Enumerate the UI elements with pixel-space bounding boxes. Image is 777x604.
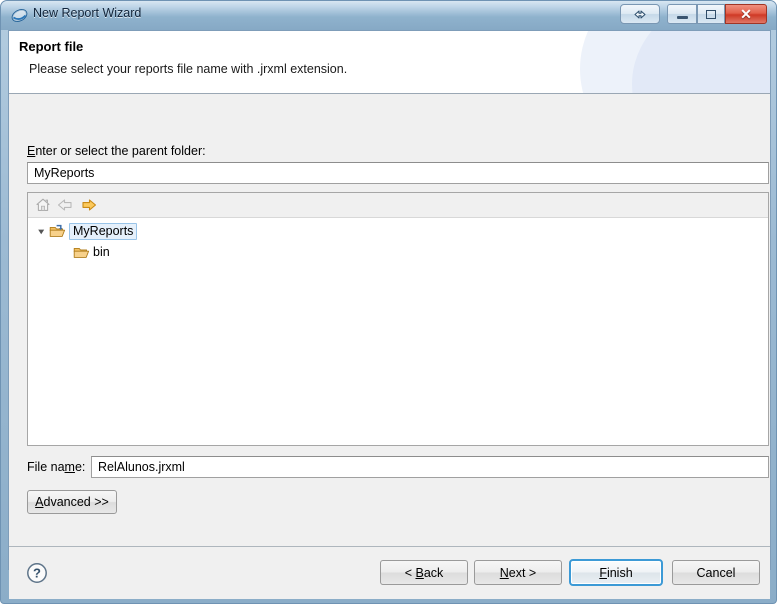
tree-node-bin[interactable]: bin	[72, 243, 110, 261]
jasper-report-icon	[11, 7, 28, 24]
file-name-label: File name:	[27, 460, 85, 474]
file-name-label-post: e:	[74, 460, 86, 474]
restore-size-icon	[634, 10, 646, 18]
folder-icon	[72, 244, 90, 260]
file-name-label-mnemonic: m	[64, 460, 75, 474]
tree-node-label[interactable]: bin	[93, 245, 110, 259]
restore-size-button[interactable]	[620, 4, 660, 24]
cancel-button-label: Cancel	[696, 565, 736, 580]
wizard-window: New Report Wizard ✕ Report file Please s…	[0, 0, 777, 604]
advanced-button[interactable]: Advanced >>	[27, 490, 117, 514]
project-folder-icon	[48, 223, 66, 239]
forward-arrow-icon[interactable]	[80, 196, 98, 214]
parent-folder-input[interactable]	[27, 162, 769, 184]
minimize-button[interactable]	[667, 4, 697, 24]
header-decoration-inner	[632, 31, 770, 93]
parent-folder-label-text: nter or select the parent folder:	[35, 144, 206, 158]
tree-node-label[interactable]: MyReports	[69, 222, 138, 240]
tree-node-myreports[interactable]: MyReports	[34, 222, 138, 240]
home-icon[interactable]	[34, 196, 52, 214]
folder-tree-panel: MyReports bin	[27, 192, 769, 446]
folder-tree-toolbar	[28, 193, 768, 218]
advanced-button-label: Advanced >>	[35, 495, 109, 509]
wizard-client-area: Report file Please select your reports f…	[8, 30, 771, 599]
next-button-label: Next >	[499, 565, 537, 580]
file-name-label-pre: File na	[27, 460, 65, 474]
svg-text:?: ?	[33, 566, 41, 581]
next-button[interactable]: Next >	[474, 560, 562, 585]
back-arrow-icon[interactable]	[56, 196, 74, 214]
folder-tree[interactable]: MyReports bin	[28, 218, 768, 445]
minimize-icon	[676, 16, 688, 19]
help-icon[interactable]: ?	[26, 562, 48, 584]
page-description: Please select your reports file name wit…	[29, 62, 348, 76]
parent-folder-label: Enter or select the parent folder:	[27, 144, 206, 158]
chevron-down-icon[interactable]	[34, 224, 48, 238]
finish-button[interactable]: Finish	[569, 559, 663, 586]
cancel-button[interactable]: Cancel	[672, 560, 760, 585]
wizard-header: Report file Please select your reports f…	[9, 31, 770, 94]
close-icon: ✕	[740, 6, 752, 22]
maximize-icon	[706, 9, 716, 19]
wizard-body: Enter or select the parent folder: MyRep…	[9, 94, 770, 546]
finish-button-label: Finish	[599, 565, 633, 580]
window-title: New Report Wizard	[33, 6, 142, 20]
title-bar[interactable]: New Report Wizard ✕	[1, 1, 776, 30]
maximize-button[interactable]	[697, 4, 725, 24]
file-name-input[interactable]	[91, 456, 769, 478]
back-button-label: < Back	[404, 565, 444, 580]
back-button[interactable]: < Back	[380, 560, 468, 585]
close-button[interactable]: ✕	[725, 4, 767, 24]
page-title: Report file	[19, 39, 84, 54]
